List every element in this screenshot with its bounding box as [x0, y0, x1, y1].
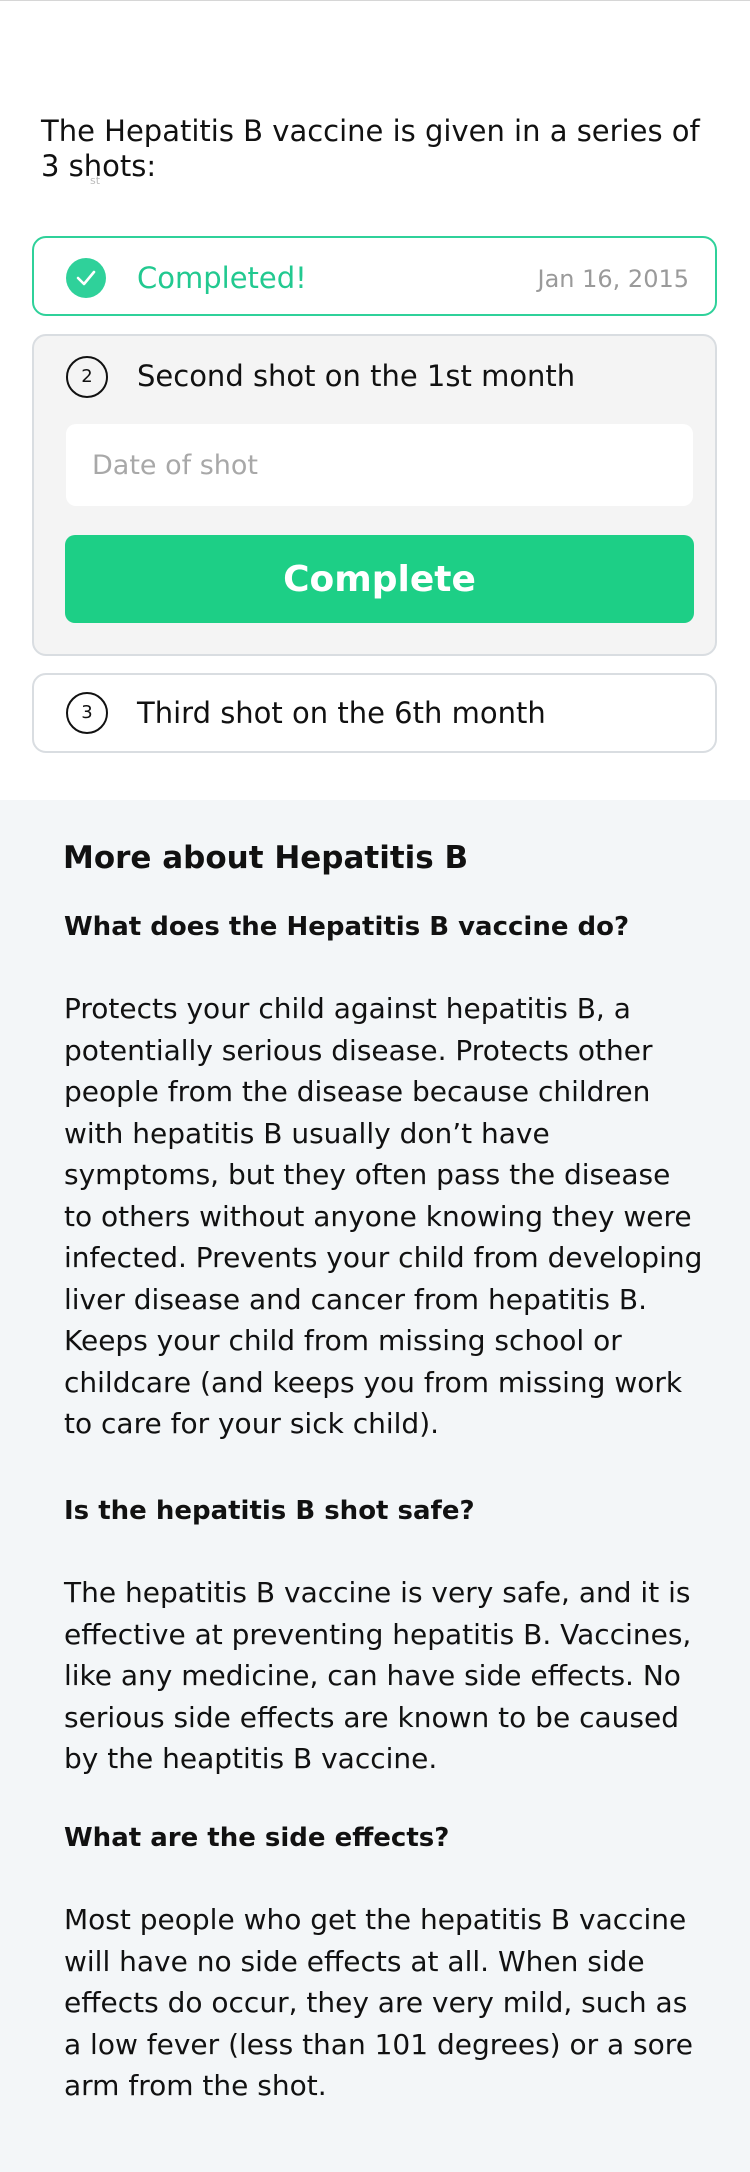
faq-item: What does the Hepatitis B vaccine do? Pr…	[64, 910, 704, 1445]
completed-label: Completed!	[137, 261, 307, 295]
step-3-number-icon: 3	[66, 692, 108, 734]
shot-2-card: 2 Second shot on the 1st month Complete	[32, 334, 717, 656]
complete-button[interactable]: Complete	[65, 535, 694, 623]
faq-question: What does the Hepatitis B vaccine do?	[64, 912, 630, 942]
intro-text: The Hepatitis B vaccine is given in a se…	[41, 114, 700, 183]
faq-answer: Protects your child against hepatitis B,…	[64, 992, 703, 1440]
shot-3-card[interactable]: 3 Third shot on the 6th month	[32, 673, 717, 753]
step-2-number-icon: 2	[66, 356, 108, 398]
faq-item: What are the side effects? Most people w…	[64, 1821, 704, 2107]
intro-superscript: st	[90, 174, 101, 187]
shot-3-label: Third shot on the 6th month	[137, 696, 546, 730]
shot-1-completed-card[interactable]: Completed! Jan 16, 2015	[32, 236, 717, 316]
date-of-shot-input[interactable]	[66, 424, 693, 506]
faq-question: What are the side effects?	[64, 1823, 450, 1853]
faq-answer: Most people who get the hepatitis B vacc…	[64, 1903, 693, 2102]
more-info-title: More about Hepatitis B	[63, 840, 469, 876]
faq-answer: The hepatitis B vaccine is very safe, an…	[64, 1576, 692, 1775]
shot-2-label: Second shot on the 1st month	[137, 359, 576, 393]
faq-item: Is the hepatitis B shot safe? The hepati…	[64, 1494, 704, 1780]
more-info-section: More about Hepatitis B What does the Hep…	[0, 800, 750, 2172]
top-divider	[0, 0, 750, 1]
faq-question: Is the hepatitis B shot safe?	[64, 1496, 475, 1526]
checkmark-icon	[66, 258, 106, 298]
completed-date: Jan 16, 2015	[537, 265, 690, 293]
